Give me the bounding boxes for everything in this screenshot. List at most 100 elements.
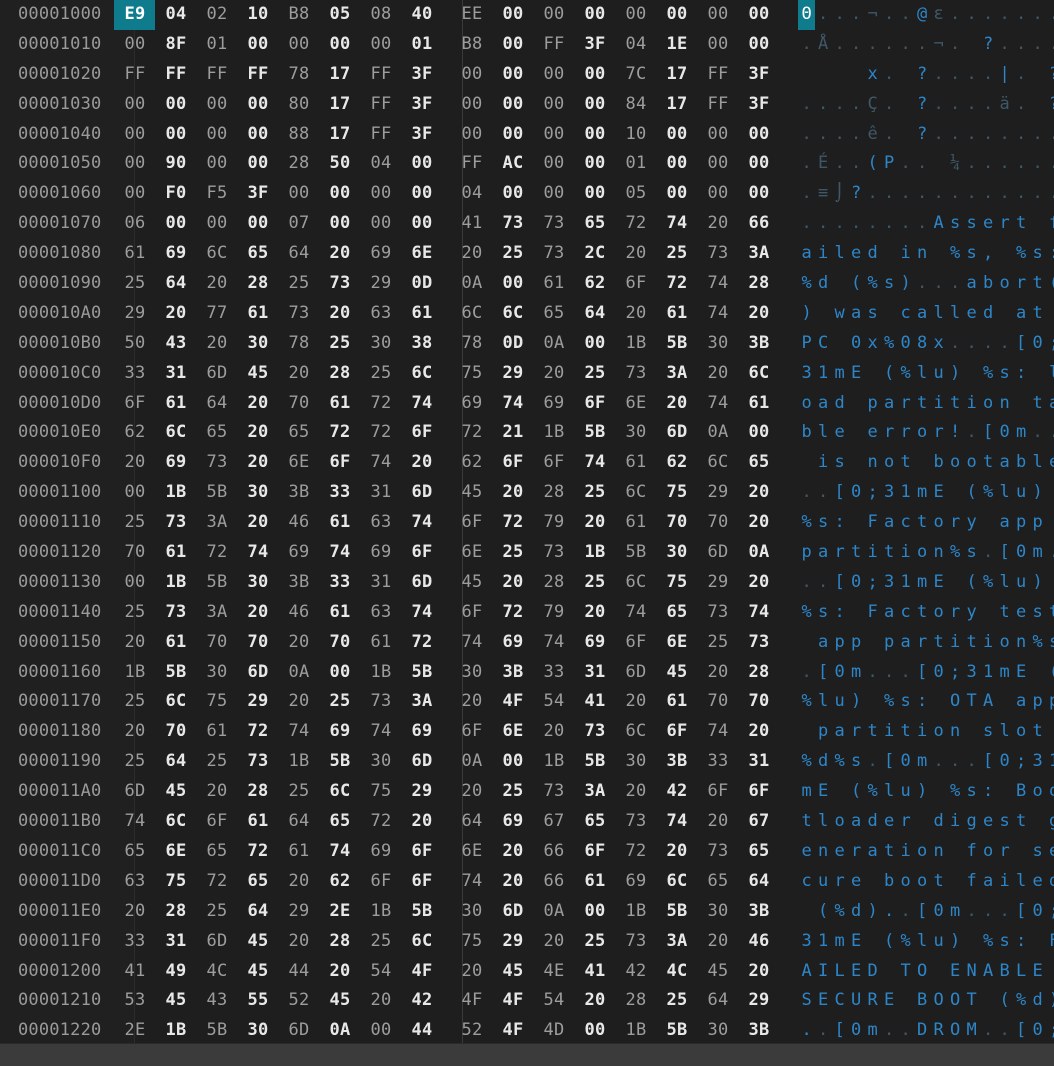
ascii-column[interactable]: partition%s.[0m. <box>779 538 1054 568</box>
hex-byte[interactable]: 65 <box>114 837 155 867</box>
hex-byte[interactable]: 30 <box>656 538 697 568</box>
hex-byte[interactable]: 33 <box>319 478 360 508</box>
hex-byte[interactable]: 61 <box>155 538 196 568</box>
ascii-char[interactable]: 0 <box>848 568 865 598</box>
ascii-char[interactable]: s <box>897 687 914 717</box>
ascii-column[interactable]: ........Assert f <box>779 209 1054 239</box>
ascii-column[interactable]: SECURE BOOT (%d) <box>779 986 1054 1016</box>
ascii-char[interactable]: . <box>848 30 865 60</box>
hex-byte[interactable]: 84 <box>615 90 656 120</box>
ascii-char[interactable] <box>1029 359 1046 389</box>
hex-byte[interactable]: 41 <box>451 209 492 239</box>
ascii-char[interactable]: % <box>1013 239 1030 269</box>
hex-byte[interactable]: 00 <box>492 60 533 90</box>
hex-byte[interactable]: 73 <box>237 747 278 777</box>
ascii-char[interactable]: [ <box>831 568 848 598</box>
hex-byte[interactable]: 00 <box>574 60 615 90</box>
hex-byte[interactable]: 69 <box>360 837 401 867</box>
hex-byte[interactable]: 73 <box>697 239 738 269</box>
hex-byte[interactable]: 45 <box>319 986 360 1016</box>
ascii-char[interactable]: s <box>1046 628 1054 658</box>
hex-byte[interactable]: FF <box>196 60 237 90</box>
hex-byte[interactable]: 6E <box>401 239 442 269</box>
ascii-char[interactable]: b <box>881 867 898 897</box>
ascii-char[interactable]: 0 <box>1029 1016 1046 1046</box>
ascii-char[interactable]: A <box>930 209 947 239</box>
hex-byte[interactable]: 6D <box>615 658 656 688</box>
hex-byte[interactable]: 73 <box>697 598 738 628</box>
hex-byte[interactable]: 66 <box>738 209 779 239</box>
hex-byte[interactable]: 78 <box>278 329 319 359</box>
ascii-char[interactable]: o <box>1013 717 1030 747</box>
hex-byte[interactable]: 3B <box>738 1016 779 1046</box>
ascii-char[interactable] <box>848 389 865 419</box>
ascii-char[interactable]: a <box>881 508 898 538</box>
hex-byte[interactable]: 00 <box>574 0 615 30</box>
ascii-char[interactable]: y <box>963 508 980 538</box>
ascii-char[interactable]: % <box>947 538 964 568</box>
hex-row[interactable]: 000011D0 63 75 72 65 20 62 6F 6F 74 20 66 61 69 6C 65 64… <box>0 867 1054 897</box>
ascii-char[interactable]: r <box>996 837 1013 867</box>
ascii-char[interactable] <box>1013 389 1030 419</box>
ascii-char[interactable]: . <box>930 269 947 299</box>
hex-byte[interactable]: 1B <box>615 897 656 927</box>
ascii-char[interactable]: s <box>963 209 980 239</box>
ascii-char[interactable]: ( <box>1046 658 1054 688</box>
hex-byte[interactable]: 38 <box>401 329 442 359</box>
ascii-char[interactable] <box>1046 957 1054 987</box>
hex-byte[interactable]: 28 <box>278 149 319 179</box>
hex-byte[interactable]: 6C <box>319 777 360 807</box>
hex-byte[interactable]: 20 <box>451 687 492 717</box>
hex-byte[interactable]: B8 <box>278 0 319 30</box>
ascii-char[interactable]: t <box>947 389 964 419</box>
hex-byte[interactable]: 46 <box>278 508 319 538</box>
ascii-char[interactable]: . <box>1046 30 1054 60</box>
hex-bytes[interactable]: 25 6C 75 29 20 25 73 3A 20 4F 54 41 20 61 70 70 <box>101 687 779 717</box>
hex-byte[interactable]: 20 <box>738 478 779 508</box>
hex-byte[interactable]: 74 <box>697 269 738 299</box>
ascii-column[interactable]: ble error!.[0m.. <box>779 418 1054 448</box>
ascii-char[interactable]: [ <box>914 897 931 927</box>
ascii-char[interactable]: E <box>848 927 865 957</box>
hex-byte[interactable]: 74 <box>360 717 401 747</box>
hex-bytes[interactable]: 53 45 43 55 52 45 20 42 4F 4F 54 20 28 25 64 29 <box>101 986 779 1016</box>
ascii-char[interactable]: : <box>980 777 997 807</box>
ascii-char[interactable]: 0 <box>848 478 865 508</box>
hex-byte[interactable]: 00 <box>492 269 533 299</box>
hex-byte[interactable]: 4F <box>492 986 533 1016</box>
hex-byte[interactable]: 5B <box>656 897 697 927</box>
ascii-char[interactable]: s <box>864 299 881 329</box>
ascii-char[interactable]: e <box>848 867 865 897</box>
hex-byte[interactable]: 54 <box>533 687 574 717</box>
hex-byte[interactable]: 73 <box>574 717 615 747</box>
ascii-char[interactable]: . <box>798 658 815 688</box>
ascii-char[interactable]: 8 <box>914 329 931 359</box>
ascii-char[interactable]: o <box>914 538 931 568</box>
hex-byte[interactable]: 64 <box>451 807 492 837</box>
hex-byte[interactable]: 25 <box>697 628 738 658</box>
ascii-column[interactable]: oad partition ta <box>779 389 1054 419</box>
ascii-char[interactable]: y <box>963 598 980 628</box>
hex-byte[interactable]: 00 <box>574 90 615 120</box>
ascii-char[interactable]: t <box>897 717 914 747</box>
ascii-char[interactable]: s <box>996 927 1013 957</box>
ascii-char[interactable]: ( <box>963 478 980 508</box>
hex-byte[interactable]: 00 <box>360 1016 401 1046</box>
hex-byte[interactable]: 1E <box>656 30 697 60</box>
ascii-char[interactable]: ; <box>1046 329 1054 359</box>
hex-byte[interactable]: 00 <box>492 120 533 150</box>
hex-byte[interactable]: 64 <box>237 897 278 927</box>
ascii-char[interactable]: ( <box>996 986 1013 1016</box>
ascii-char[interactable]: s <box>1029 598 1046 628</box>
ascii-char[interactable] <box>947 837 964 867</box>
ascii-char[interactable]: . <box>1013 30 1030 60</box>
hex-byte[interactable]: 25 <box>319 687 360 717</box>
hex-byte[interactable]: 20 <box>360 986 401 1016</box>
ascii-char[interactable]: ) <box>864 897 881 927</box>
ascii-char[interactable] <box>831 329 848 359</box>
hex-byte[interactable]: 70 <box>196 628 237 658</box>
ascii-char[interactable]: 0 <box>848 1016 865 1046</box>
ascii-char[interactable]: a <box>963 269 980 299</box>
ascii-char[interactable]: e <box>1013 598 1030 628</box>
hex-byte[interactable]: 20 <box>319 239 360 269</box>
